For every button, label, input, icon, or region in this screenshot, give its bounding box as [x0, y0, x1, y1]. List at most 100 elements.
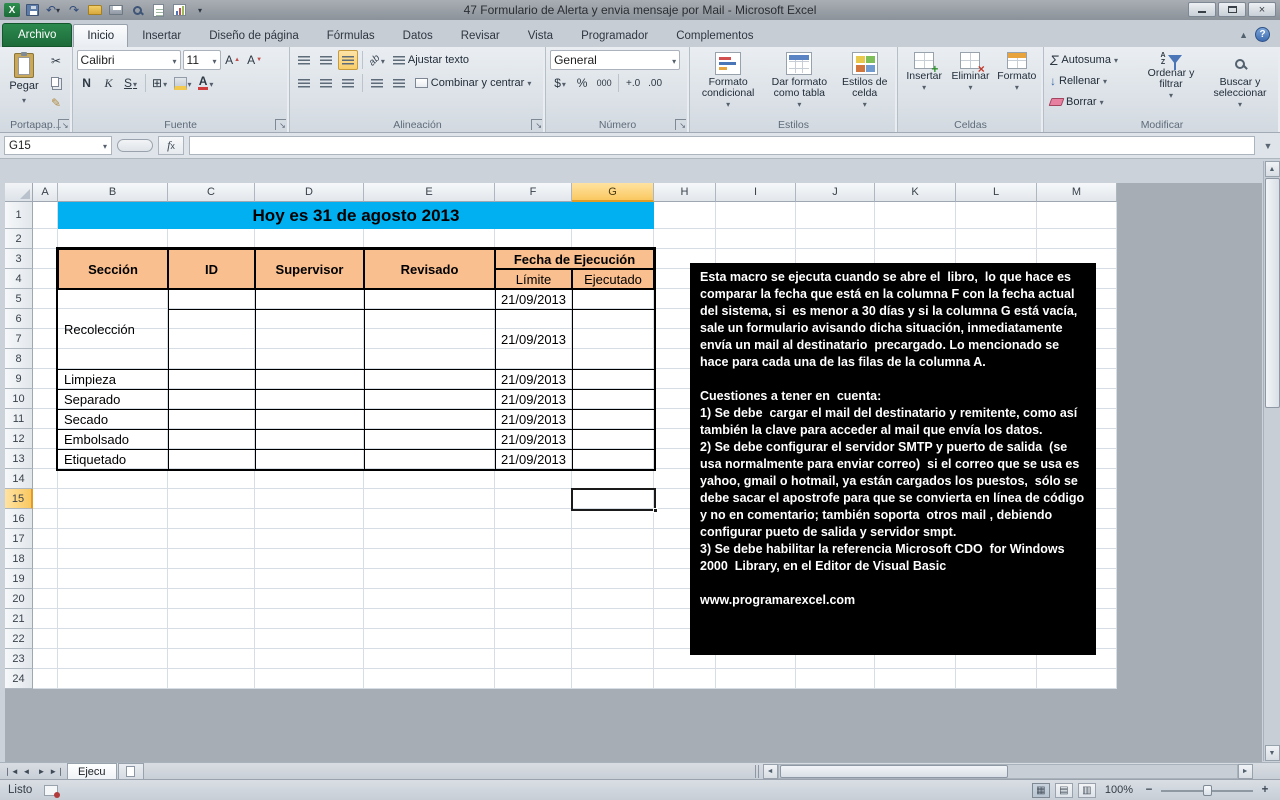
- ribbon-tab-dise-o-de-p-gina[interactable]: Diseño de página: [195, 24, 313, 47]
- cell-header-id[interactable]: ID: [168, 249, 255, 289]
- align-top-button[interactable]: [294, 50, 314, 70]
- cell-header-fecha-ejecucion[interactable]: Fecha de Ejecución: [495, 249, 654, 269]
- row-header-11[interactable]: 11: [5, 409, 33, 429]
- cell-separado[interactable]: Separado: [58, 389, 168, 409]
- number-dialog-launcher[interactable]: ↘: [675, 119, 686, 130]
- scroll-left-icon[interactable]: ◄: [762, 763, 778, 779]
- align-middle-button[interactable]: [316, 50, 336, 70]
- wrap-text-button[interactable]: Ajustar texto: [389, 52, 473, 68]
- ribbon-tab-datos[interactable]: Datos: [389, 24, 447, 47]
- row-header-16[interactable]: 16: [5, 509, 33, 529]
- column-header-G[interactable]: G: [572, 183, 654, 202]
- row-header-24[interactable]: 24: [5, 669, 33, 689]
- insert-function-button[interactable]: fx: [158, 136, 184, 155]
- open-icon[interactable]: [86, 3, 104, 18]
- horizontal-scroll-track[interactable]: [777, 763, 1238, 779]
- clipboard-dialog-launcher[interactable]: ↘: [57, 119, 69, 130]
- decrease-indent-button[interactable]: [367, 73, 387, 93]
- column-header-J[interactable]: J: [796, 183, 875, 202]
- format-cells-button[interactable]: Formato: [995, 50, 1039, 114]
- conditional-formatting-button[interactable]: Formato condicional: [694, 50, 762, 114]
- orientation-button[interactable]: ab: [367, 50, 387, 70]
- selected-cell-G15[interactable]: [571, 488, 658, 513]
- cell-header-revisado[interactable]: Revisado: [364, 249, 495, 289]
- undo-icon[interactable]: ↶ ▾: [44, 3, 62, 18]
- redo-icon[interactable]: ↷: [65, 3, 83, 18]
- next-sheet-button[interactable]: ►: [34, 764, 49, 779]
- insert-worksheet-tab[interactable]: [117, 763, 144, 779]
- row-header-8[interactable]: 8: [5, 349, 33, 369]
- merge-center-button[interactable]: Combinar y centrar: [411, 75, 536, 91]
- number-format-select[interactable]: General: [550, 50, 681, 70]
- copy-button[interactable]: [46, 72, 66, 92]
- horizontal-scroll-thumb[interactable]: [779, 764, 1008, 778]
- column-header-D[interactable]: D: [255, 183, 364, 202]
- zoom-slider[interactable]: [1161, 783, 1253, 798]
- row-header-1[interactable]: 1: [5, 202, 33, 229]
- borders-button[interactable]: ⊞: [150, 73, 170, 93]
- grow-font-button[interactable]: A ▲: [223, 50, 243, 70]
- row-header-6[interactable]: 6: [5, 309, 33, 329]
- cells-area[interactable]: Hoy es 31 de agosto 2013 Sección ID Supe…: [33, 202, 1117, 689]
- tab-splitter[interactable]: [754, 764, 760, 778]
- ribbon-tab-revisar[interactable]: Revisar: [447, 24, 514, 47]
- row-header-14[interactable]: 14: [5, 469, 33, 489]
- row-header-19[interactable]: 19: [5, 569, 33, 589]
- align-left-button[interactable]: [294, 73, 314, 93]
- column-header-M[interactable]: M: [1037, 183, 1117, 202]
- row-header-10[interactable]: 10: [5, 389, 33, 409]
- cell-F12-date[interactable]: 21/09/2013: [495, 429, 572, 449]
- worksheet-icon[interactable]: [149, 3, 167, 18]
- row-header-4[interactable]: 4: [5, 269, 33, 289]
- cell-header-seccion[interactable]: Sección: [58, 249, 168, 289]
- cell-F5-date[interactable]: 21/09/2013: [495, 289, 572, 309]
- cell-limpieza[interactable]: Limpieza: [58, 369, 168, 389]
- percent-style-button[interactable]: %: [572, 73, 592, 93]
- fill-handle[interactable]: [653, 508, 658, 513]
- column-header-E[interactable]: E: [364, 183, 495, 202]
- cut-button[interactable]: ✂: [46, 51, 66, 71]
- italic-button[interactable]: K: [99, 73, 119, 93]
- find-select-button[interactable]: Buscar y seleccionar: [1204, 50, 1276, 114]
- row-header-9[interactable]: 9: [5, 369, 33, 389]
- font-color-button[interactable]: A: [196, 73, 216, 93]
- column-header-B[interactable]: B: [58, 183, 168, 202]
- cell-F13-date[interactable]: 21/09/2013: [495, 449, 572, 469]
- delete-cells-button[interactable]: Eliminar: [948, 50, 992, 114]
- record-macro-button[interactable]: [44, 784, 61, 798]
- cell-etiquetado[interactable]: Etiquetado: [58, 449, 168, 469]
- font-name-select[interactable]: Calibri: [76, 50, 181, 70]
- qat-customize-caret[interactable]: ▾: [191, 3, 209, 18]
- ribbon-tab-inicio[interactable]: Inicio: [73, 24, 129, 47]
- chart-icon[interactable]: [170, 3, 188, 18]
- cell-header-limite[interactable]: Límite: [495, 269, 572, 289]
- scroll-up-icon[interactable]: ▲: [1264, 161, 1280, 177]
- column-header-K[interactable]: K: [875, 183, 956, 202]
- first-sheet-button[interactable]: ❘◄: [4, 764, 19, 779]
- print-icon[interactable]: [107, 3, 125, 18]
- banner-cell[interactable]: Hoy es 31 de agosto 2013: [58, 202, 654, 229]
- row-header-23[interactable]: 23: [5, 649, 33, 669]
- ribbon-tab-archivo[interactable]: Archivo: [2, 23, 73, 47]
- row-header-2[interactable]: 2: [5, 229, 33, 249]
- cell-styles-button[interactable]: Estilos de celda: [836, 50, 893, 114]
- row-header-12[interactable]: 12: [5, 429, 33, 449]
- row-header-5[interactable]: 5: [5, 289, 33, 309]
- close-button[interactable]: ×: [1248, 2, 1276, 17]
- ribbon-tab-complementos[interactable]: Complementos: [662, 24, 767, 47]
- vertical-scroll-thumb[interactable]: [1264, 178, 1280, 408]
- ribbon-tab-programador[interactable]: Programador: [567, 24, 662, 47]
- row-header-22[interactable]: 22: [5, 629, 33, 649]
- align-center-button[interactable]: [316, 73, 336, 93]
- cell-header-ejecutado[interactable]: Ejecutado: [572, 269, 654, 289]
- print-preview-icon[interactable]: [128, 3, 146, 18]
- column-header-H[interactable]: H: [654, 183, 716, 202]
- zoom-level[interactable]: 100%: [1105, 784, 1133, 796]
- row-header-15[interactable]: 15: [5, 489, 33, 509]
- row-header-17[interactable]: 17: [5, 529, 33, 549]
- last-sheet-button[interactable]: ►❘: [49, 764, 64, 779]
- select-all-corner[interactable]: [5, 183, 33, 202]
- format-painter-button[interactable]: ✎: [46, 93, 66, 113]
- comma-style-button[interactable]: 000: [594, 73, 614, 93]
- clear-button[interactable]: Borrar: [1048, 92, 1138, 111]
